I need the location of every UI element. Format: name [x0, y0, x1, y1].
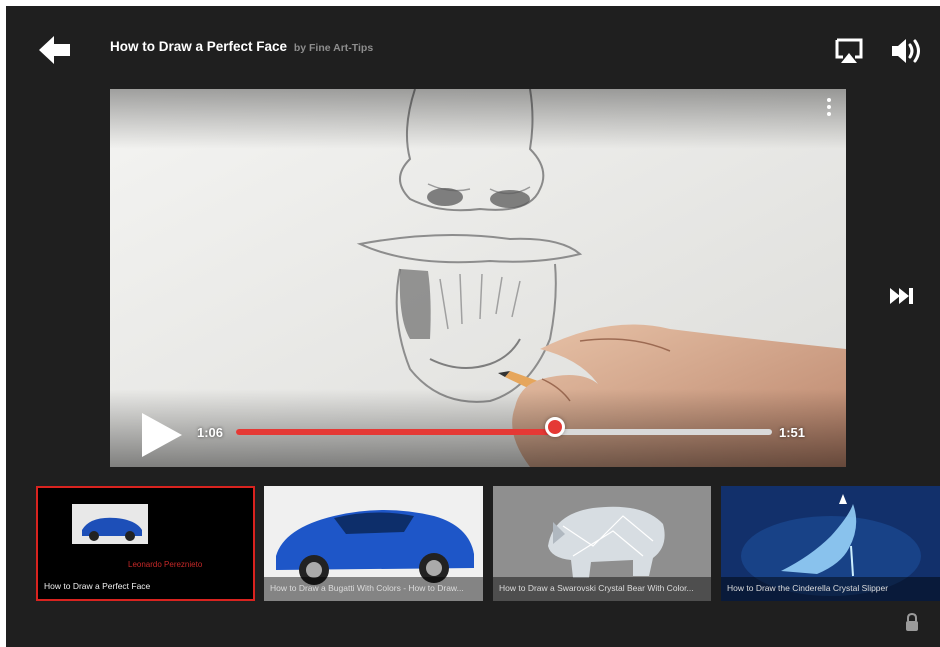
progress-fill: [236, 429, 555, 435]
arrow-left-icon: [39, 36, 70, 64]
video-frame: [110, 89, 846, 467]
volume-button[interactable]: [889, 36, 923, 66]
volume-icon: [892, 39, 920, 63]
playlist-item[interactable]: How to Draw the Cinderella Crystal Slipp…: [721, 486, 940, 601]
playlist: Leonardo Pereznieto How to Draw a Perfec…: [6, 486, 940, 602]
total-time: 1:51: [779, 425, 806, 440]
skip-next-icon: [890, 288, 913, 304]
more-options-button[interactable]: [822, 95, 836, 119]
video-player[interactable]: 1:06 1:51: [110, 89, 846, 467]
lock-icon: [906, 612, 918, 631]
progress-slider[interactable]: [236, 417, 772, 440]
airplay-icon: [835, 38, 863, 63]
playlist-item[interactable]: How to Draw a Bugatti With Colors - How …: [264, 486, 483, 601]
playlist-item-title: How to Draw a Bugatti With Colors - How …: [264, 577, 483, 601]
playlist-item-title: How to Draw the Cinderella Crystal Slipp…: [721, 577, 940, 601]
playlist-item-title: How to Draw a Perfect Face: [44, 581, 151, 591]
video-title-text: How to Draw a Perfect Face: [110, 39, 288, 54]
thumbnail-overlay-text: Leonardo Pereznieto: [128, 560, 203, 569]
play-icon: [142, 413, 182, 457]
playlist-item-title: How to Draw a Swarovski Crystal Bear Wit…: [493, 577, 711, 601]
progress-thumb[interactable]: [544, 417, 565, 437]
playlist-item[interactable]: Leonardo Pereznieto How to Draw a Perfec…: [36, 486, 255, 601]
lock-button[interactable]: [904, 612, 920, 632]
video-author: by Fine Art-Tips: [293, 42, 374, 54]
next-video-button[interactable]: [886, 282, 918, 310]
video-title: How to Draw a Perfect Face by Fine Art-T…: [110, 39, 373, 54]
play-button[interactable]: [138, 411, 186, 459]
progress-track: [236, 429, 772, 435]
back-button[interactable]: [36, 33, 76, 67]
video-player-screen: How to Draw a Perfect Face by Fine Art-T…: [6, 6, 940, 647]
airplay-button[interactable]: [832, 36, 866, 66]
current-time: 1:06: [197, 425, 224, 440]
more-vertical-icon: [827, 98, 831, 116]
playlist-item[interactable]: How to Draw a Swarovski Crystal Bear Wit…: [493, 486, 711, 601]
